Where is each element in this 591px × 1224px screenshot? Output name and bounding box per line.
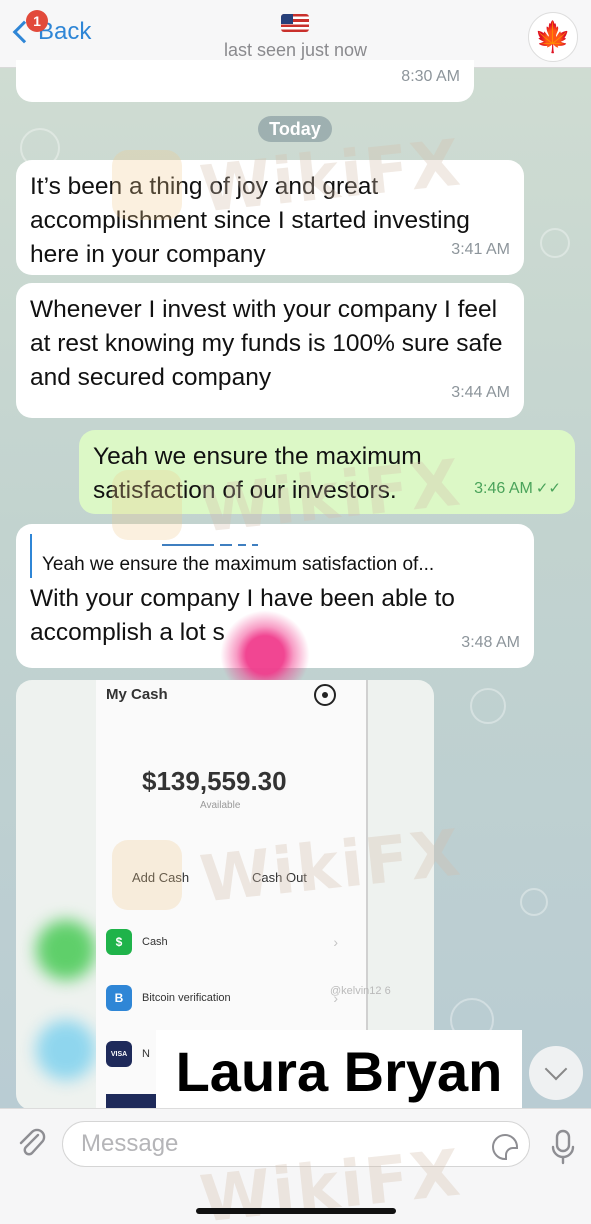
cash-row: $ Cash › bbox=[106, 928, 356, 956]
read-checkmark-icon: ✓✓ bbox=[535, 480, 561, 497]
date-separator: Today bbox=[258, 116, 332, 142]
contact-avatar[interactable]: 🍁 bbox=[528, 12, 578, 62]
bitcoin-icon: B bbox=[106, 985, 132, 1011]
maple-leaf-icon: 🍁 bbox=[534, 20, 572, 54]
sticker-icon[interactable] bbox=[492, 1134, 518, 1160]
message-bubble-previous[interactable]: 8:30 AM bbox=[16, 60, 474, 102]
message-input-bar bbox=[0, 1108, 591, 1224]
add-cash-label: Add Cash bbox=[132, 870, 190, 885]
message-time: 8:30 AM bbox=[401, 68, 460, 85]
home-indicator bbox=[196, 1208, 396, 1214]
message-text: Whenever I invest with your company I fe… bbox=[30, 296, 503, 391]
profile-icon bbox=[314, 684, 336, 706]
name-overlay-label: Laura Bryan bbox=[156, 1030, 522, 1114]
background-doodle bbox=[520, 888, 548, 916]
background-doodle bbox=[470, 688, 506, 724]
reply-quote[interactable]: Yeah we ensure the maximum satisfaction … bbox=[30, 534, 520, 578]
message-bubble-incoming[interactable]: It’s been a thing of joy and great accom… bbox=[16, 160, 524, 275]
blurred-icon bbox=[36, 1020, 96, 1080]
cash-title: My Cash bbox=[106, 686, 168, 703]
reply-author-redacted bbox=[42, 534, 520, 552]
screenshot-handle: @kelvin12 6 bbox=[330, 985, 391, 997]
microphone-icon[interactable] bbox=[551, 1127, 575, 1167]
chevron-right-icon: › bbox=[333, 934, 338, 950]
scroll-down-button[interactable] bbox=[529, 1046, 583, 1100]
chevron-down-icon bbox=[544, 1057, 568, 1081]
cash-out-label: Cash Out bbox=[252, 870, 307, 885]
message-bubble-incoming[interactable]: Whenever I invest with your company I fe… bbox=[16, 283, 524, 418]
message-text: It’s been a thing of joy and great accom… bbox=[30, 173, 470, 268]
last-seen-status[interactable]: last seen just now bbox=[0, 40, 591, 61]
paperclip-icon[interactable] bbox=[14, 1125, 48, 1159]
available-label: Available bbox=[200, 800, 241, 811]
us-flag-icon bbox=[281, 14, 309, 32]
unread-badge: 1 bbox=[26, 10, 48, 32]
cash-balance: $139,559.30 bbox=[142, 766, 287, 796]
message-bubble-outgoing[interactable]: Yeah we ensure the maximum satisfaction … bbox=[79, 430, 575, 514]
background-doodle bbox=[540, 228, 570, 258]
message-time: 3:46 AM ✓✓ bbox=[474, 480, 561, 497]
message-input[interactable] bbox=[62, 1121, 530, 1167]
message-time: 3:44 AM bbox=[451, 384, 510, 401]
chat-header: Back 1 last seen just now 🍁 bbox=[0, 0, 591, 68]
visa-icon: VISA bbox=[106, 1041, 132, 1067]
blurred-icon bbox=[36, 920, 96, 980]
message-text: Yeah we ensure the maximum satisfaction … bbox=[93, 443, 422, 504]
message-time: 3:41 AM bbox=[451, 241, 510, 258]
message-time: 3:48 AM bbox=[461, 634, 520, 651]
reply-quote-text: Yeah we ensure the maximum satisfaction … bbox=[42, 554, 435, 575]
bitcoin-row: B Bitcoin verification › bbox=[106, 984, 356, 1012]
dollar-icon: $ bbox=[106, 929, 132, 955]
